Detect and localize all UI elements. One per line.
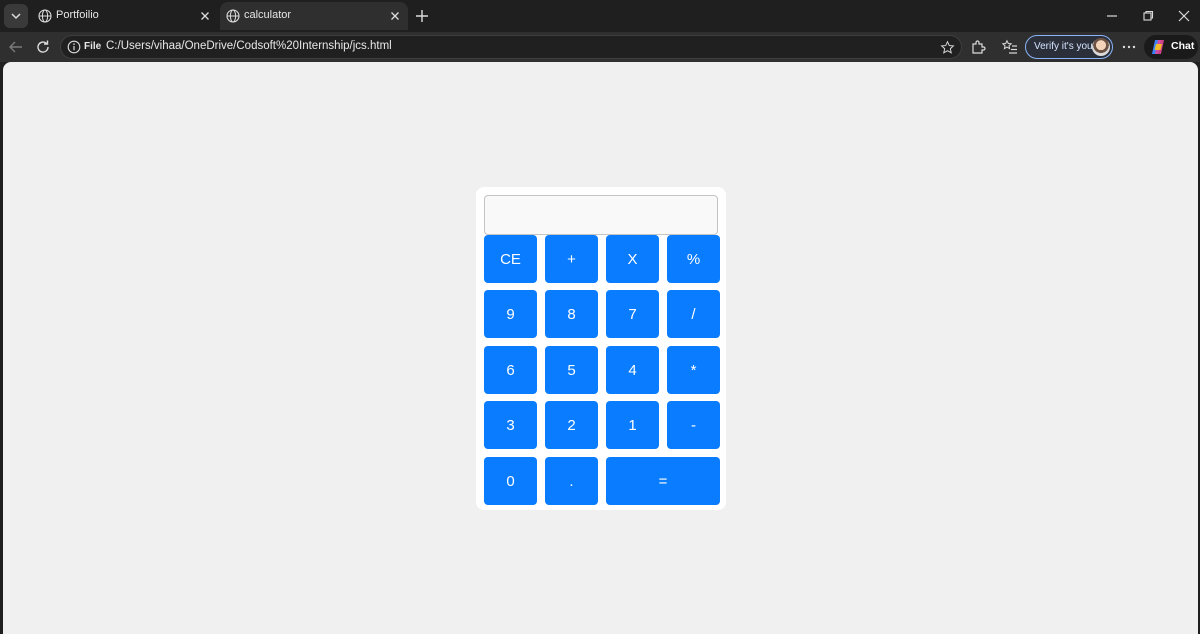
- digit-4-button[interactable]: 4: [606, 346, 659, 394]
- globe-icon: [226, 9, 240, 23]
- multiply-button[interactable]: *: [667, 346, 720, 394]
- percent-button[interactable]: %: [667, 235, 720, 283]
- calculator-display[interactable]: [484, 195, 718, 235]
- digit-2-button[interactable]: 2: [545, 401, 598, 449]
- minus-button[interactable]: -: [667, 401, 720, 449]
- back-arrow-icon[interactable]: [7, 38, 25, 56]
- times-button[interactable]: X: [606, 235, 659, 283]
- tab-title: Portfoilio: [56, 9, 99, 21]
- digit-5-button[interactable]: 5: [545, 346, 598, 394]
- decimal-point-button[interactable]: .: [545, 457, 598, 505]
- divide-button[interactable]: /: [667, 290, 720, 338]
- globe-icon: [38, 9, 52, 23]
- chevron-down-icon: [11, 13, 21, 20]
- digit-7-button[interactable]: 7: [606, 290, 659, 338]
- page-viewport: CE + X % 9 8 7 / 6 5 4 * 3 2 1 - 0 . =: [3, 62, 1198, 634]
- tab-portfolio[interactable]: Portfoilio: [32, 2, 218, 30]
- verify-identity-button[interactable]: Verify it's you: [1025, 35, 1113, 59]
- address-bar[interactable]: File C:/Users/vihaa/OneDrive/Codsoft%20I…: [60, 35, 962, 59]
- restore-icon[interactable]: [1138, 6, 1158, 26]
- close-window-icon[interactable]: [1174, 6, 1194, 26]
- digit-6-button[interactable]: 6: [484, 346, 537, 394]
- more-options-icon[interactable]: [1120, 38, 1138, 56]
- chat-label: Chat: [1171, 40, 1195, 52]
- equals-button[interactable]: =: [606, 457, 720, 505]
- digit-1-button[interactable]: 1: [606, 401, 659, 449]
- tab-actions-menu-button[interactable]: [4, 4, 28, 28]
- address-url-text[interactable]: C:/Users/vihaa/OneDrive/Codsoft%20Intern…: [106, 40, 392, 52]
- address-scheme-label: File: [84, 41, 102, 52]
- star-favorite-icon[interactable]: [940, 40, 955, 55]
- close-icon[interactable]: [198, 9, 212, 23]
- copilot-chat-button[interactable]: Chat: [1144, 35, 1198, 59]
- digit-3-button[interactable]: 3: [484, 401, 537, 449]
- avatar: [1092, 38, 1110, 56]
- tab-strip: Portfoilio calculator: [0, 0, 1200, 32]
- minimize-icon[interactable]: [1102, 6, 1122, 26]
- digit-0-button[interactable]: 0: [484, 457, 537, 505]
- close-icon[interactable]: [388, 9, 402, 23]
- calculator-panel: CE + X % 9 8 7 / 6 5 4 * 3 2 1 - 0 . =: [476, 187, 726, 510]
- favorites-list-icon[interactable]: [1001, 38, 1019, 56]
- info-icon[interactable]: [67, 40, 81, 54]
- browser-toolbar: File C:/Users/vihaa/OneDrive/Codsoft%20I…: [0, 32, 1200, 62]
- digit-9-button[interactable]: 9: [484, 290, 537, 338]
- tab-calculator[interactable]: calculator: [220, 2, 408, 30]
- new-tab-plus-icon[interactable]: [413, 7, 431, 25]
- tab-title: calculator: [244, 9, 292, 21]
- digit-8-button[interactable]: 8: [545, 290, 598, 338]
- plus-button[interactable]: +: [545, 235, 598, 283]
- refresh-icon[interactable]: [34, 38, 52, 56]
- copilot-icon: [1152, 40, 1164, 54]
- clear-entry-button[interactable]: CE: [484, 235, 537, 283]
- verify-label: Verify it's you: [1034, 41, 1093, 52]
- extensions-puzzle-icon[interactable]: [969, 38, 987, 56]
